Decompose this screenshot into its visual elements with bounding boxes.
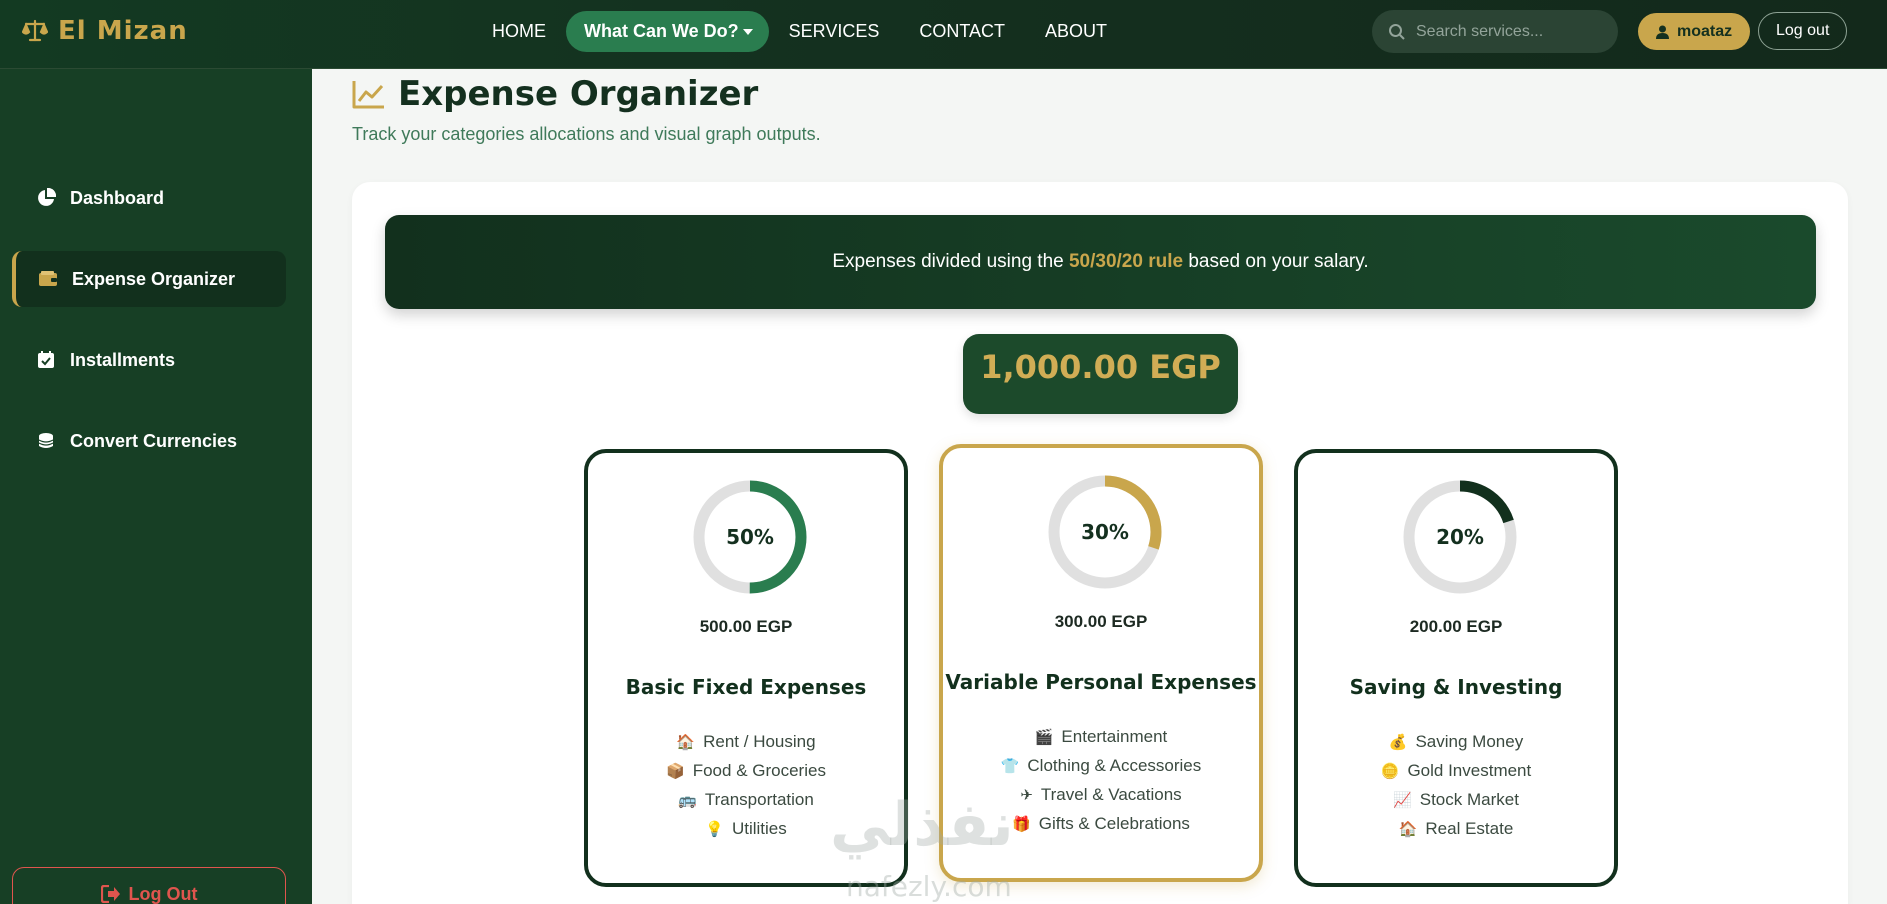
house-icon: 🏠 [676,732,696,751]
category-title: Saving & Investing [1349,675,1563,699]
search-input[interactable] [1416,22,1606,41]
banner-post: based on your salary. [1183,251,1369,272]
list-item: 🏠 Real Estate [1298,814,1614,843]
sidebar-item-dashboard[interactable]: Dashboard [12,170,286,226]
caret-down-icon [742,28,753,35]
salary-amount: 1,000.00 EGP [963,334,1238,414]
scale-icon [22,19,48,42]
list-item: 💰 Saving Money [1298,727,1614,756]
sidebar-item-label: Dashboard [70,187,165,208]
list-item: 🪙 Gold Investment [1298,756,1614,785]
sidebar-item-convert-currencies[interactable]: Convert Currencies [12,413,286,469]
list-item: 🏠 Rent / Housing [588,727,904,756]
list-item: 🎬 Entertainment [943,722,1259,751]
nav-services[interactable]: SERVICES [769,11,900,52]
page-header: Expense Organizer [352,74,758,114]
sidebar-logout-label: Log Out [128,884,198,904]
list-item: 📈 Stock Market [1298,785,1614,814]
list-item-label: Real Estate [1425,818,1514,838]
list-item-label: Utilities [731,818,787,838]
category-title: Basic Fixed Expenses [625,675,867,699]
category-amount: 500.00 EGP [699,617,793,636]
category-items: 🏠 Rent / Housing 📦 Food & Groceries 🚌 Trans… [588,727,904,843]
brand-logo[interactable]: El Mizan [22,16,188,46]
sidebar: Dashboard Expense Organizer Installments… [0,69,312,904]
nav-home[interactable]: HOME [472,11,566,52]
gift-icon: 🎁 [1012,814,1031,833]
category-title: Variable Personal Expenses [945,670,1257,694]
rule-banner: Expenses divided using the 50/30/20 rule… [385,215,1816,309]
sidebar-item-label: Expense Organizer [72,268,236,289]
nav-contact[interactable]: CONTACT [899,11,1025,52]
nav-what-label: What Can We Do? [584,21,739,41]
brand-name: El Mizan [58,16,188,46]
logout-button-top[interactable]: Log out [1758,12,1848,50]
shirt-icon: 👕 [1000,756,1020,775]
airplane-icon: ✈ [1020,785,1033,804]
user-icon [1656,25,1669,39]
search-icon [1389,23,1405,40]
list-item-label: Transportation [704,789,814,809]
list-item-label: Rent / Housing [703,731,816,751]
sidebar-item-installments[interactable]: Installments [12,332,286,388]
list-item: 🚌 Transportation [588,785,904,814]
list-item-label: Saving Money [1415,731,1524,751]
category-amount: 200.00 EGP [1409,617,1503,636]
category-amount: 300.00 EGP [1054,612,1148,631]
category-card-basic: 50% 500.00 EGP Basic Fixed Expenses 🏠 Ren… [584,449,908,887]
list-item-label: Stock Market [1419,789,1519,809]
calendar-check-icon [38,351,54,368]
page-title: Expense Organizer [398,74,759,114]
coins-icon [38,433,54,448]
bus-icon: 🚌 [678,790,697,809]
main-nav: HOME What Can We Do? SERVICES CONTACT AB… [472,11,1127,52]
ring-percent: 30% [1081,520,1129,544]
search-box [1372,10,1618,53]
list-item: ✈ Travel & Vacations [943,780,1259,809]
list-item: 👕 Clothing & Accessories [943,751,1259,780]
chart-up-icon: 📈 [1393,790,1412,809]
banner-text: Expenses divided using the 50/30/20 rule… [832,251,1368,273]
package-icon: 📦 [666,761,685,780]
list-item: 📦 Food & Groceries [588,756,904,785]
banner-pre: Expenses divided using the [832,251,1069,272]
line-chart-icon [352,81,384,109]
list-item-label: Gold Investment [1407,760,1532,780]
sidebar-item-expense-organizer[interactable]: Expense Organizer [12,251,286,307]
house-icon: 🏠 [1398,819,1418,838]
category-items: 💰 Saving Money 🪙 Gold Investment 📈 Stock Ma… [1298,727,1614,843]
money-bag-icon: 💰 [1388,732,1408,751]
banner-rule: 50/30/20 rule [1068,251,1184,272]
lightbulb-icon: 💡 [705,819,724,838]
nav-what-can-we-do-dropdown[interactable]: What Can We Do? [566,11,769,52]
category-card-variable: 30% 300.00 EGP Variable Personal Expense… [939,444,1263,882]
list-item: 💡 Utilities [588,814,904,843]
sidebar-item-label: Installments [70,349,176,370]
sidebar-logout-button[interactable]: Log Out [12,867,286,904]
list-item-label: Travel & Vacations [1040,784,1182,804]
sign-out-icon [100,885,120,903]
top-navbar: El Mizan HOME What Can We Do? SERVICES C… [0,0,1887,69]
list-item-label: Entertainment [1061,726,1168,746]
pie-chart-icon [38,188,56,206]
page-subtitle: Track your categories allocations and vi… [352,124,821,144]
list-item-label: Food & Groceries [692,760,826,780]
list-item: 🎁 Gifts & Celebrations [943,809,1259,838]
ring-percent: 50% [726,525,774,549]
category-card-saving: 20% 200.00 EGP Saving & Investing 💰 Savin… [1294,449,1618,887]
nav-about[interactable]: ABOUT [1025,11,1127,52]
list-item-label: Gifts & Celebrations [1038,813,1190,833]
clapper-icon: 🎬 [1034,727,1054,746]
sidebar-item-label: Convert Currencies [70,430,238,451]
ring-percent: 20% [1436,525,1484,549]
list-item-label: Clothing & Accessories [1027,755,1202,775]
coin-icon: 🪙 [1380,761,1400,780]
wallet-icon [39,271,57,286]
category-items: 🎬 Entertainment 👕 Clothing & Accessories ✈… [943,722,1259,838]
user-name: moataz [1677,22,1733,40]
user-profile-button[interactable]: moataz [1638,13,1751,50]
